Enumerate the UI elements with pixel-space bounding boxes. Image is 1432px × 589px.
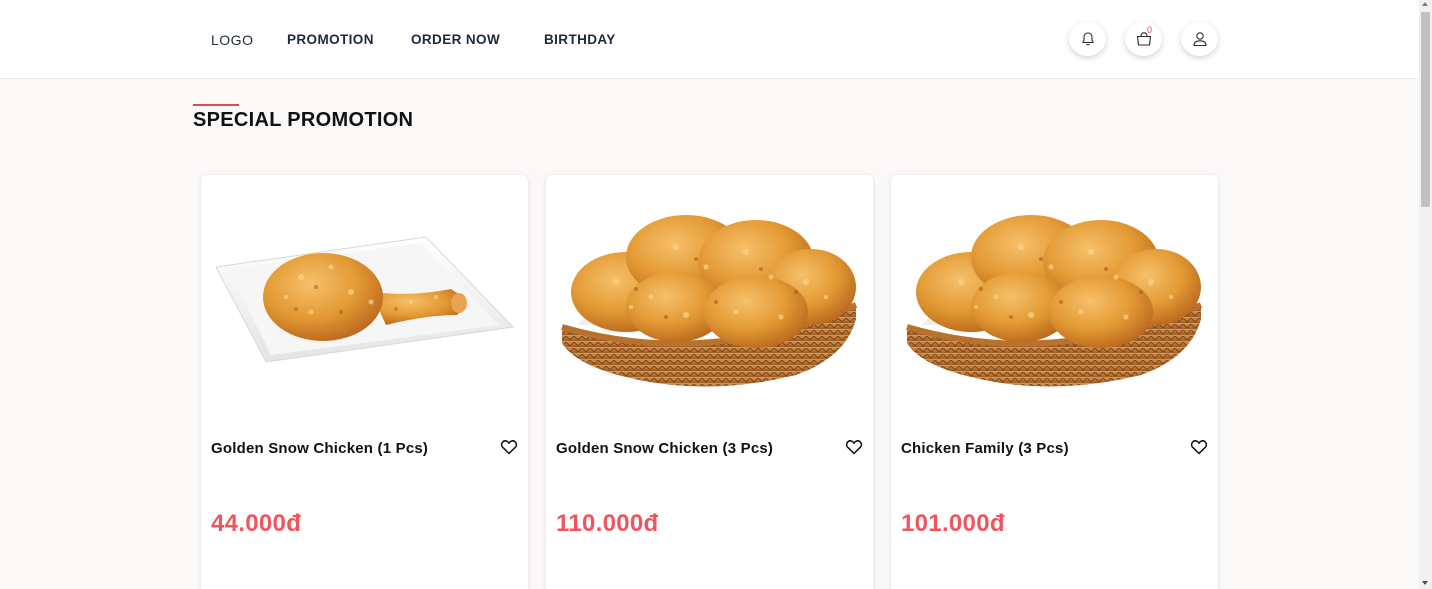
heart-icon[interactable] bbox=[845, 438, 863, 456]
nav-link-birthday[interactable]: BIRTHDAY bbox=[544, 32, 616, 47]
logo[interactable]: LOGO bbox=[211, 32, 253, 48]
product-name: Chicken Family (3 Pcs) bbox=[901, 440, 1069, 457]
notifications-button[interactable] bbox=[1069, 22, 1106, 56]
product-name: Golden Snow Chicken (1 Pcs) bbox=[211, 440, 429, 457]
scroll-up-arrow-icon[interactable] bbox=[1422, 2, 1428, 6]
product-price: 110.000đ bbox=[556, 510, 659, 537]
bell-icon bbox=[1081, 32, 1094, 46]
scroll-down-arrow-icon[interactable] bbox=[1422, 581, 1428, 585]
cart-count-badge: 0 bbox=[1147, 25, 1153, 35]
vertical-scrollbar[interactable] bbox=[1419, 0, 1432, 589]
section-title-accent bbox=[193, 104, 239, 106]
cart-button[interactable]: 0 bbox=[1125, 22, 1162, 56]
product-price: 101.000đ bbox=[901, 510, 1005, 537]
top-navbar: LOGO PROMOTION ORDER NOW BIRTHDAY 0 bbox=[0, 0, 1419, 79]
product-name: Golden Snow Chicken (3 Pcs) bbox=[556, 440, 774, 457]
section-title: SPECIAL PROMOTION bbox=[193, 109, 414, 131]
product-image bbox=[901, 197, 1208, 397]
heart-icon[interactable] bbox=[1190, 438, 1208, 456]
nav-link-order-now[interactable]: ORDER NOW bbox=[411, 32, 500, 47]
product-card[interactable]: Golden Snow Chicken (3 Pcs) 110.000đ bbox=[546, 175, 873, 589]
product-image bbox=[556, 197, 863, 397]
heart-icon[interactable] bbox=[500, 438, 518, 456]
product-image bbox=[215, 236, 515, 363]
product-price: 44.000đ bbox=[211, 510, 302, 537]
user-icon bbox=[1192, 32, 1207, 47]
product-card[interactable]: Chicken Family (3 Pcs) 101.000đ bbox=[891, 175, 1218, 589]
product-card[interactable]: Golden Snow Chicken (1 Pcs) 44.000đ bbox=[201, 175, 528, 589]
account-button[interactable] bbox=[1181, 22, 1218, 56]
nav-link-promotion[interactable]: PROMOTION bbox=[287, 32, 374, 47]
scrollbar-thumb[interactable] bbox=[1421, 12, 1430, 207]
